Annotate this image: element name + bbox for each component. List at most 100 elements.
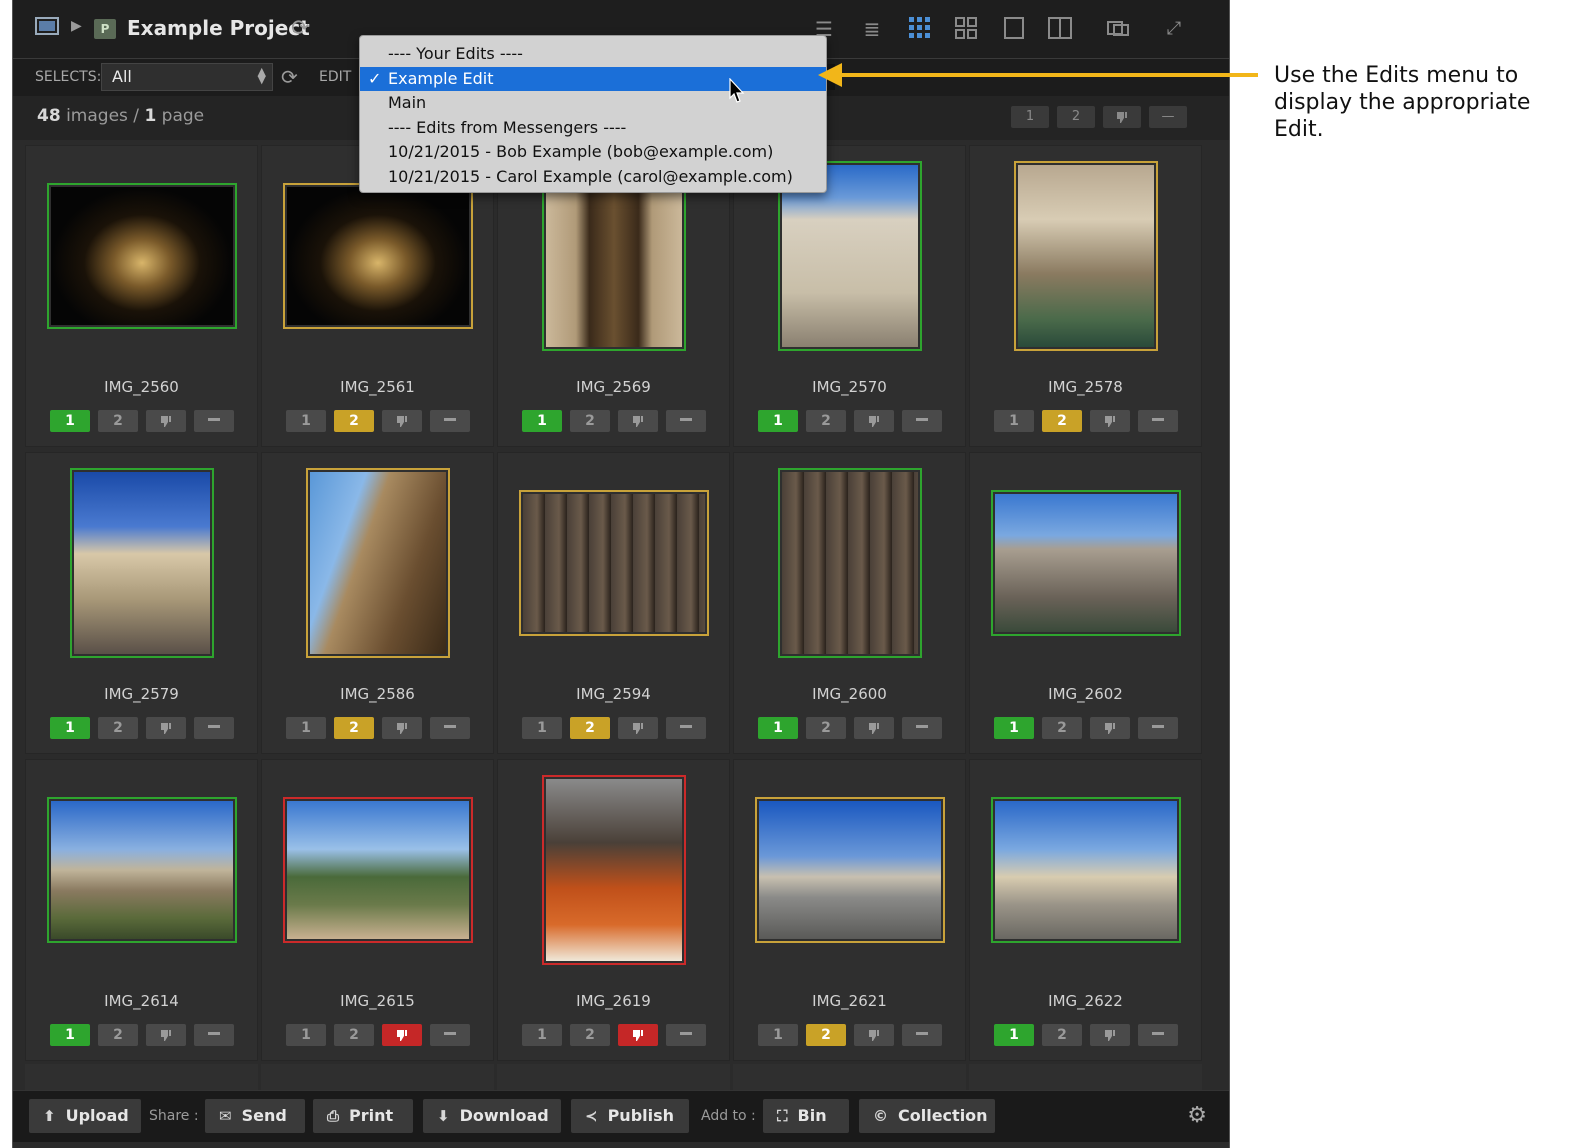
clear-rating-button[interactable] <box>430 717 470 739</box>
image-tile[interactable]: IMG_2600 1 2 <box>733 452 966 754</box>
rate-2-button[interactable]: 2 <box>570 1024 610 1046</box>
clear-rating-button[interactable] <box>430 410 470 432</box>
reject-button[interactable] <box>382 1024 422 1046</box>
image-thumbnail[interactable] <box>777 468 922 658</box>
rate-1-button[interactable]: 1 <box>522 410 562 432</box>
reject-button[interactable] <box>854 410 894 432</box>
image-tile[interactable]: IMG_2621 1 2 <box>733 759 966 1061</box>
image-thumbnail[interactable] <box>69 468 214 658</box>
rate-1-button[interactable]: 1 <box>286 1024 326 1046</box>
rate-2-button[interactable]: 2 <box>98 410 138 432</box>
rate-1-button[interactable]: 1 <box>50 717 90 739</box>
download-button[interactable]: ⬇ Download <box>423 1099 561 1133</box>
clear-rating-button[interactable] <box>1138 1024 1178 1046</box>
upload-button[interactable]: ⬆ Upload <box>29 1099 141 1133</box>
rate-2-button[interactable]: 2 <box>334 410 374 432</box>
rate-2-button[interactable]: 2 <box>98 717 138 739</box>
image-thumbnail[interactable] <box>282 183 473 329</box>
edits-menu-item[interactable]: 10/21/2015 - Carol Example (carol@exampl… <box>360 165 826 189</box>
refresh-icon[interactable]: ⟳ <box>281 65 298 89</box>
rate-1-button[interactable]: 1 <box>758 410 798 432</box>
clear-rating-button[interactable] <box>902 1024 942 1046</box>
image-tile[interactable]: IMG_2614 1 2 <box>25 759 258 1061</box>
image-thumbnail[interactable] <box>1013 161 1158 351</box>
image-thumbnail[interactable] <box>990 490 1181 636</box>
clear-rating-button[interactable] <box>666 717 706 739</box>
large-grid-view-icon[interactable] <box>953 16 979 42</box>
rate-2-button[interactable]: 2 <box>1042 717 1082 739</box>
send-button[interactable]: ✉ Send <box>205 1099 305 1133</box>
refresh-icon[interactable]: ⟳ <box>291 16 309 41</box>
clear-rating-button[interactable] <box>430 1024 470 1046</box>
filter-none-button[interactable]: — <box>1149 106 1187 128</box>
image-tile[interactable]: IMG_2615 1 2 <box>261 759 494 1061</box>
reject-button[interactable] <box>1090 1024 1130 1046</box>
reject-button[interactable] <box>618 717 658 739</box>
rate-2-button[interactable]: 2 <box>806 1024 846 1046</box>
reject-button[interactable] <box>1090 717 1130 739</box>
reject-button[interactable] <box>1090 410 1130 432</box>
rate-2-button[interactable]: 2 <box>570 717 610 739</box>
gear-icon[interactable]: ⚙ <box>1187 1103 1207 1128</box>
clear-rating-button[interactable] <box>902 717 942 739</box>
details-view-icon[interactable]: ≣ <box>859 16 885 42</box>
rate-1-button[interactable]: 1 <box>994 1024 1034 1046</box>
rate-1-button[interactable]: 1 <box>994 717 1034 739</box>
clear-rating-button[interactable] <box>666 1024 706 1046</box>
reject-button[interactable] <box>618 1024 658 1046</box>
rate-2-button[interactable]: 2 <box>1042 1024 1082 1046</box>
image-thumbnail[interactable] <box>518 490 709 636</box>
image-thumbnail[interactable] <box>541 775 686 965</box>
fullscreen-icon[interactable]: ⤢ <box>1161 16 1187 42</box>
rate-2-button[interactable]: 2 <box>806 410 846 432</box>
grid-view-icon[interactable] <box>907 16 933 42</box>
clear-rating-button[interactable] <box>194 410 234 432</box>
rate-2-button[interactable]: 2 <box>334 1024 374 1046</box>
rate-2-button[interactable]: 2 <box>1042 410 1082 432</box>
clear-rating-button[interactable] <box>902 410 942 432</box>
collection-button[interactable]: © Collection <box>859 1099 995 1133</box>
image-tile[interactable]: IMG_2602 1 2 <box>969 452 1202 754</box>
rate-1-button[interactable]: 1 <box>994 410 1034 432</box>
image-tile[interactable]: IMG_2594 1 2 <box>497 452 730 754</box>
reject-button[interactable] <box>854 1024 894 1046</box>
print-button[interactable]: ⎙ Print <box>313 1099 413 1133</box>
edits-menu-item[interactable]: ---- Your Edits ---- <box>360 42 826 66</box>
reject-button[interactable] <box>854 717 894 739</box>
edits-menu-item[interactable]: ---- Edits from Messengers ---- <box>360 116 826 140</box>
reject-button[interactable] <box>618 410 658 432</box>
reject-button[interactable] <box>146 717 186 739</box>
rate-1-button[interactable]: 1 <box>758 717 798 739</box>
clear-rating-button[interactable] <box>194 1024 234 1046</box>
clear-rating-button[interactable] <box>666 410 706 432</box>
bin-button[interactable]: ⛶ Bin <box>763 1099 849 1133</box>
image-tile[interactable]: IMG_2579 1 2 <box>25 452 258 754</box>
reject-button[interactable] <box>382 410 422 432</box>
rate-1-button[interactable]: 1 <box>286 717 326 739</box>
selects-dropdown[interactable]: All ▲ ▼ <box>101 63 273 91</box>
image-tile[interactable]: IMG_2622 1 2 <box>969 759 1202 1061</box>
rate-1-button[interactable]: 1 <box>286 410 326 432</box>
rate-2-button[interactable]: 2 <box>334 717 374 739</box>
rate-1-button[interactable]: 1 <box>522 1024 562 1046</box>
reject-button[interactable] <box>146 410 186 432</box>
photo-icon[interactable] <box>35 16 59 41</box>
publish-button[interactable]: ≺ Publish <box>571 1099 689 1133</box>
edits-menu-item[interactable]: Main <box>360 91 826 115</box>
image-thumbnail[interactable] <box>46 183 237 329</box>
rate-1-button[interactable]: 1 <box>522 717 562 739</box>
image-thumbnail[interactable] <box>46 797 237 943</box>
clear-rating-button[interactable] <box>194 717 234 739</box>
rate-2-button[interactable]: 2 <box>98 1024 138 1046</box>
window-icon[interactable] <box>1105 16 1131 42</box>
rate-1-button[interactable]: 1 <box>758 1024 798 1046</box>
compare-icon[interactable] <box>1047 16 1073 42</box>
image-tile[interactable]: IMG_2578 1 2 <box>969 145 1202 447</box>
rate-2-button[interactable]: 2 <box>570 410 610 432</box>
clear-rating-button[interactable] <box>1138 717 1178 739</box>
reject-button[interactable] <box>382 717 422 739</box>
filter-1-button[interactable]: 1 <box>1011 106 1049 128</box>
image-thumbnail[interactable] <box>305 468 450 658</box>
image-tile[interactable]: IMG_2619 1 2 <box>497 759 730 1061</box>
single-view-icon[interactable] <box>1001 16 1027 42</box>
